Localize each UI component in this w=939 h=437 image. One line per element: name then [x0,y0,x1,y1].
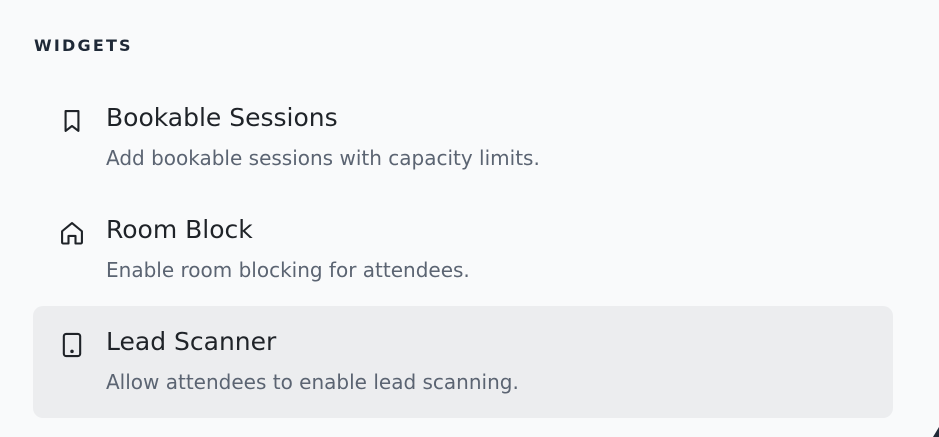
widget-description: Enable room blocking for attendees. [106,258,470,282]
widget-title: Bookable Sessions [106,103,338,132]
bookmark-icon [57,106,87,136]
widget-description: Add bookable sessions with capacity limi… [106,146,540,170]
widgets-panel: WIDGETS Bookable Sessions Add bookable s… [0,0,939,437]
widget-item-room-block[interactable]: Room Block Enable room blocking for atte… [33,194,893,306]
widget-title: Lead Scanner [106,327,277,356]
widget-title: Room Block [106,215,253,244]
section-title: WIDGETS [34,36,133,55]
home-icon [57,218,87,248]
widget-description: Allow attendees to enable lead scanning. [106,370,519,394]
widget-item-lead-scanner[interactable]: Lead Scanner Allow attendees to enable l… [33,306,893,418]
widget-item-bookable-sessions[interactable]: Bookable Sessions Add bookable sessions … [33,82,893,194]
tablet-icon [57,330,87,360]
widget-list: Bookable Sessions Add bookable sessions … [33,82,893,418]
